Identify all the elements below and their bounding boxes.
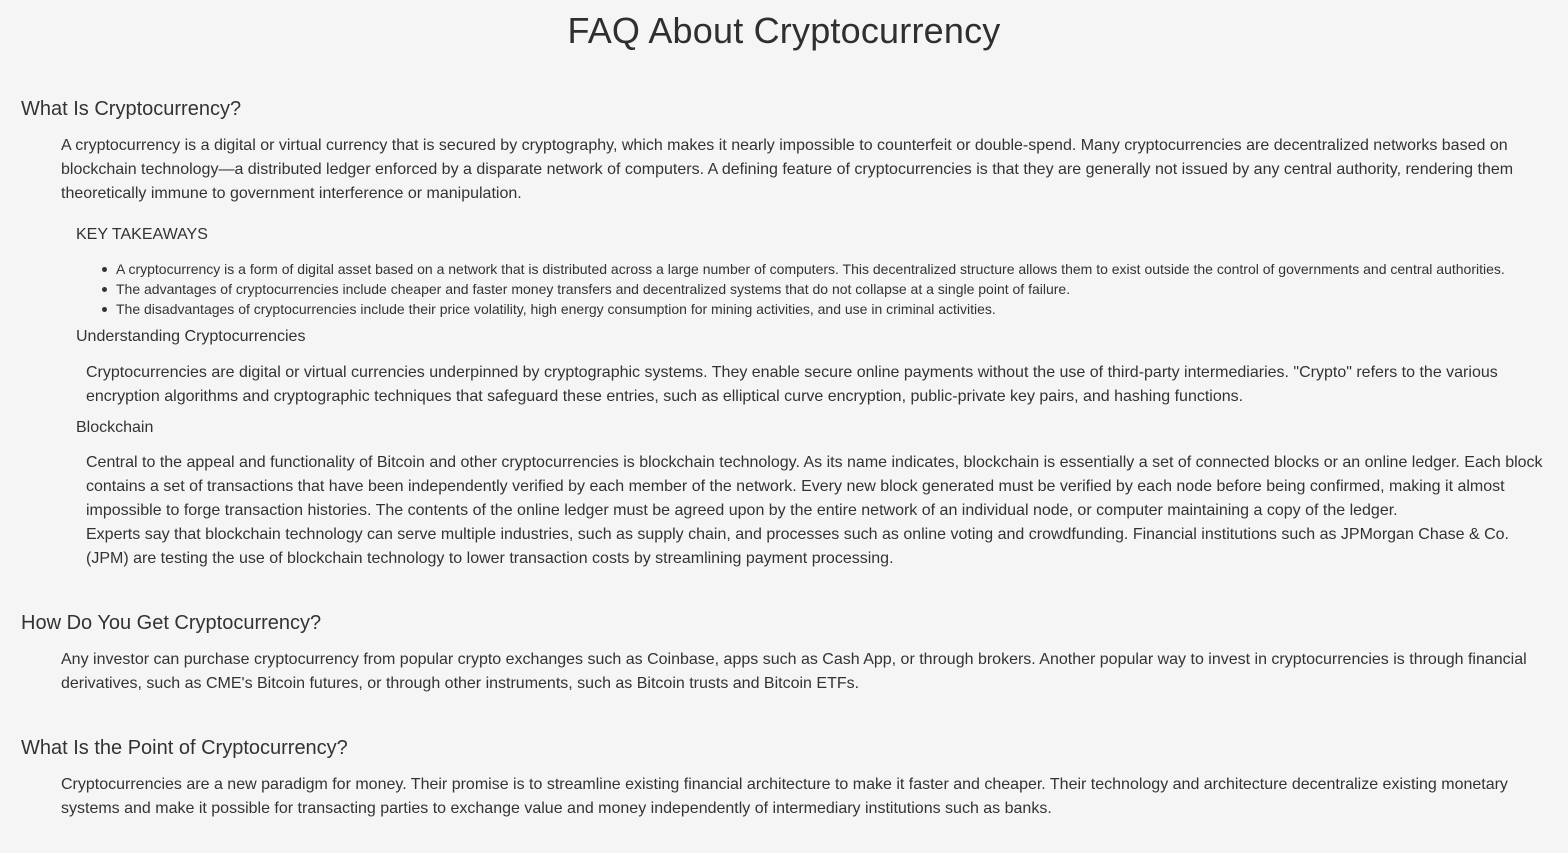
- understanding-cryptocurrencies-text: Cryptocurrencies are digital or virtual …: [86, 364, 1498, 405]
- key-takeaways-list: A cryptocurrency is a form of digital as…: [102, 259, 1556, 319]
- blockchain-paragraph-2: Experts say that blockchain technology c…: [86, 526, 1509, 567]
- faq-answer-point-of-cryptocurrency: Cryptocurrencies are a new paradigm for …: [61, 776, 1508, 817]
- understanding-cryptocurrencies-heading: Understanding Cryptocurrencies: [76, 328, 306, 345]
- page-title: FAQ About Cryptocurrency: [567, 10, 1001, 51]
- takeaway-text: A cryptocurrency is a form of digital as…: [116, 261, 1505, 277]
- key-takeaways-heading: KEY TAKEAWAYS: [76, 226, 208, 243]
- faq-question-how-do-you-get-cryptocurrency: How Do You Get Cryptocurrency?: [21, 612, 322, 634]
- list-item: The advantages of cryptocurrencies inclu…: [102, 279, 1556, 299]
- faq-answer-how-do-you-get-cryptocurrency: Any investor can purchase cryptocurrency…: [61, 651, 1527, 692]
- list-item: A cryptocurrency is a form of digital as…: [102, 259, 1556, 279]
- bullet-icon: [102, 307, 107, 312]
- takeaway-text: The disadvantages of cryptocurrencies in…: [116, 301, 996, 317]
- bullet-icon: [102, 267, 107, 272]
- list-item: The disadvantages of cryptocurrencies in…: [102, 299, 1556, 319]
- faq-question-what-is-cryptocurrency: What Is Cryptocurrency?: [21, 98, 242, 120]
- bullet-icon: [102, 287, 107, 292]
- blockchain-paragraph-1: Central to the appeal and functionality …: [86, 454, 1543, 519]
- faq-answer-what-is-cryptocurrency: A cryptocurrency is a digital or virtual…: [61, 137, 1514, 202]
- blockchain-heading: Blockchain: [76, 419, 154, 436]
- faq-question-point-of-cryptocurrency: What Is the Point of Cryptocurrency?: [21, 737, 348, 759]
- takeaway-text: The advantages of cryptocurrencies inclu…: [116, 281, 1071, 297]
